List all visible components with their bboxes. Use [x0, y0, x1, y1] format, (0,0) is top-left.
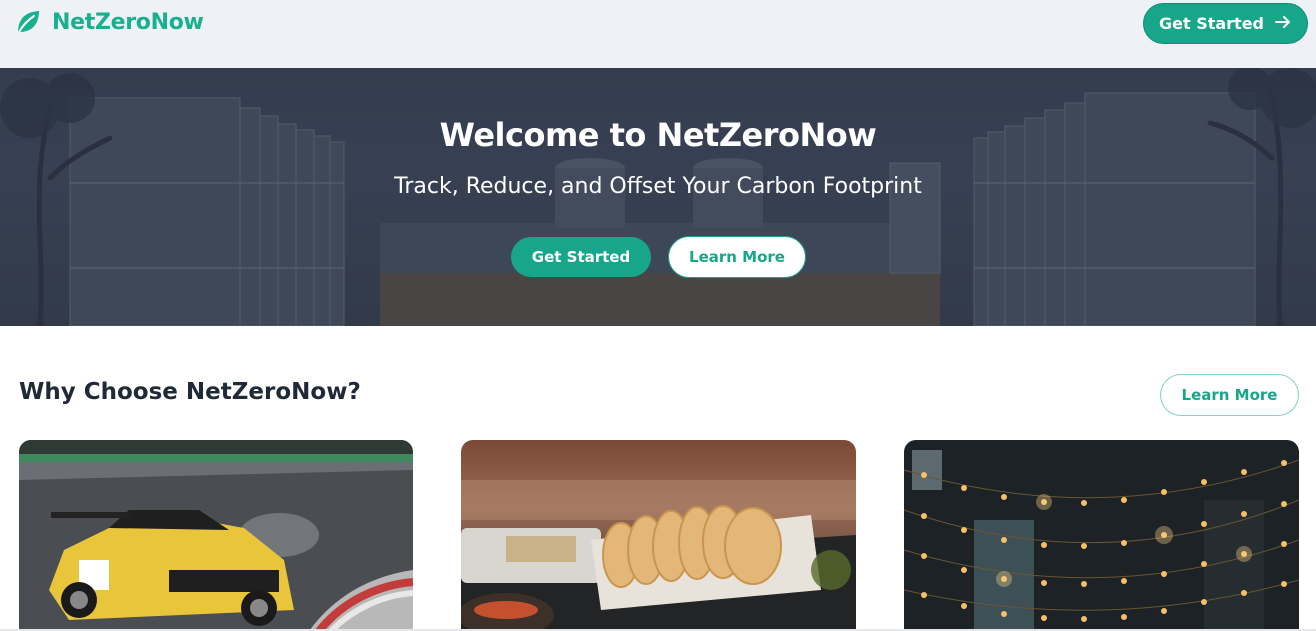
- feature-card-string-lights[interactable]: [904, 440, 1299, 631]
- site-header: NetZeroNow Get Started: [0, 0, 1316, 68]
- hero-banner: Welcome to NetZeroNow Track, Reduce, and…: [0, 68, 1316, 326]
- bread-photo: [461, 440, 856, 631]
- leaf-icon: [14, 8, 42, 36]
- race-car-photo: [19, 440, 413, 631]
- string-lights-photo: [904, 440, 1299, 631]
- hero-get-started-button[interactable]: Get Started: [511, 237, 651, 277]
- hero-subtitle: Track, Reduce, and Offset Your Carbon Fo…: [394, 174, 922, 199]
- arrow-right-icon: [1274, 13, 1292, 35]
- logo[interactable]: NetZeroNow: [14, 8, 204, 36]
- brand-name: NetZeroNow: [52, 9, 204, 35]
- feature-card-race-car[interactable]: [19, 440, 413, 631]
- header-get-started-label: Get Started: [1158, 14, 1264, 33]
- hero-learn-more-button[interactable]: Learn More: [668, 236, 806, 278]
- header-get-started-button[interactable]: Get Started: [1143, 3, 1308, 44]
- hero-title: Welcome to NetZeroNow: [439, 116, 877, 154]
- feature-card-bread[interactable]: [461, 440, 856, 631]
- section-learn-more-button[interactable]: Learn More: [1160, 374, 1299, 416]
- section-title: Why Choose NetZeroNow?: [19, 379, 361, 405]
